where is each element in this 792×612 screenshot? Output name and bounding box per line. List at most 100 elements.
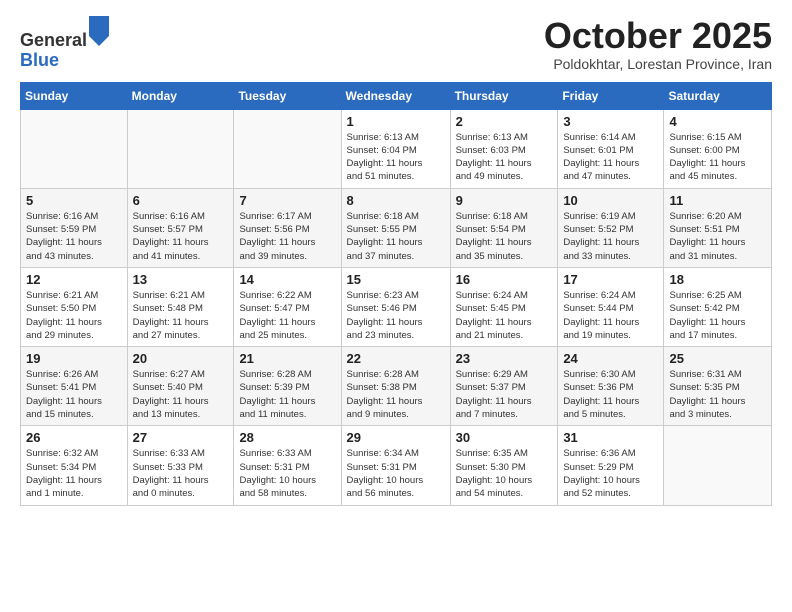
day-num-0-6: 4 (669, 114, 766, 129)
month-title: October 2025 (544, 16, 772, 56)
cell-1-4: 9 Sunrise: 6:18 AM Sunset: 5:54 PM Daylig… (450, 188, 558, 267)
day-num-4-3: 29 (347, 430, 445, 445)
cell-4-0: 26 Sunrise: 6:32 AM Sunset: 5:34 PM Dayli… (21, 426, 128, 505)
day-info-2-5: Sunrise: 6:24 AM Sunset: 5:44 PM Dayligh… (563, 289, 658, 342)
day-info-2-6: Sunrise: 6:25 AM Sunset: 5:42 PM Dayligh… (669, 289, 766, 342)
cell-0-1 (127, 109, 234, 188)
day-num-3-0: 19 (26, 351, 122, 366)
day-num-2-1: 13 (133, 272, 229, 287)
logo-icon (89, 16, 109, 46)
week-row-4: 26 Sunrise: 6:32 AM Sunset: 5:34 PM Dayli… (21, 426, 772, 505)
cell-4-1: 27Sunrise: 6:33 AM Sunset: 5:33 PM Dayli… (127, 426, 234, 505)
day-num-1-5: 10 (563, 193, 658, 208)
day-info-2-3: Sunrise: 6:23 AM Sunset: 5:46 PM Dayligh… (347, 289, 445, 342)
day-info-4-0: Sunrise: 6:32 AM Sunset: 5:34 PM Dayligh… (26, 447, 122, 500)
cell-3-1: 20Sunrise: 6:27 AM Sunset: 5:40 PM Dayli… (127, 347, 234, 426)
day-info-2-1: Sunrise: 6:21 AM Sunset: 5:48 PM Dayligh… (133, 289, 229, 342)
day-num-4-1: 27 (133, 430, 229, 445)
day-num-2-4: 16 (456, 272, 553, 287)
cell-0-5: 3 Sunrise: 6:14 AM Sunset: 6:01 PM Daylig… (558, 109, 664, 188)
day-info-1-4: Sunrise: 6:18 AM Sunset: 5:54 PM Dayligh… (456, 210, 553, 263)
logo: General Blue (20, 16, 109, 71)
cell-3-3: 22Sunrise: 6:28 AM Sunset: 5:38 PM Dayli… (341, 347, 450, 426)
day-info-1-3: Sunrise: 6:18 AM Sunset: 5:55 PM Dayligh… (347, 210, 445, 263)
day-num-1-0: 5 (26, 193, 122, 208)
day-info-3-2: Sunrise: 6:28 AM Sunset: 5:39 PM Dayligh… (239, 368, 335, 421)
logo-general: General (20, 30, 87, 50)
day-info-1-5: Sunrise: 6:19 AM Sunset: 5:52 PM Dayligh… (563, 210, 658, 263)
day-info-0-6: Sunrise: 6:15 AM Sunset: 6:00 PM Dayligh… (669, 131, 766, 184)
day-info-3-4: Sunrise: 6:29 AM Sunset: 5:37 PM Dayligh… (456, 368, 553, 421)
day-num-3-4: 23 (456, 351, 553, 366)
day-info-0-4: Sunrise: 6:13 AM Sunset: 6:03 PM Dayligh… (456, 131, 553, 184)
day-num-4-5: 31 (563, 430, 658, 445)
cell-0-2 (234, 109, 341, 188)
cell-2-0: 12Sunrise: 6:21 AM Sunset: 5:50 PM Dayli… (21, 267, 128, 346)
day-num-1-6: 11 (669, 193, 766, 208)
cell-1-6: 11 Sunrise: 6:20 AM Sunset: 5:51 PM Dayli… (664, 188, 772, 267)
cell-3-0: 19 Sunrise: 6:26 AM Sunset: 5:41 PM Dayli… (21, 347, 128, 426)
day-num-3-3: 22 (347, 351, 445, 366)
header-friday: Friday (558, 82, 664, 109)
day-num-3-2: 21 (239, 351, 335, 366)
day-num-3-5: 24 (563, 351, 658, 366)
cell-1-2: 7 Sunrise: 6:17 AM Sunset: 5:56 PM Daylig… (234, 188, 341, 267)
cell-1-0: 5Sunrise: 6:16 AM Sunset: 5:59 PM Daylig… (21, 188, 128, 267)
cell-2-2: 14Sunrise: 6:22 AM Sunset: 5:47 PM Dayli… (234, 267, 341, 346)
cell-4-5: 31 Sunrise: 6:36 AM Sunset: 5:29 PM Dayli… (558, 426, 664, 505)
day-num-0-3: 1 (347, 114, 445, 129)
week-row-3: 19 Sunrise: 6:26 AM Sunset: 5:41 PM Dayli… (21, 347, 772, 426)
cell-2-4: 16Sunrise: 6:24 AM Sunset: 5:45 PM Dayli… (450, 267, 558, 346)
day-num-4-0: 26 (26, 430, 122, 445)
cell-3-6: 25 Sunrise: 6:31 AM Sunset: 5:35 PM Dayli… (664, 347, 772, 426)
weekday-header-row: Sunday Monday Tuesday Wednesday Thursday… (21, 82, 772, 109)
day-info-4-2: Sunrise: 6:33 AM Sunset: 5:31 PM Dayligh… (239, 447, 335, 500)
day-info-3-5: Sunrise: 6:30 AM Sunset: 5:36 PM Dayligh… (563, 368, 658, 421)
day-info-0-5: Sunrise: 6:14 AM Sunset: 6:01 PM Dayligh… (563, 131, 658, 184)
cell-3-5: 24 Sunrise: 6:30 AM Sunset: 5:36 PM Dayli… (558, 347, 664, 426)
week-row-2: 12Sunrise: 6:21 AM Sunset: 5:50 PM Dayli… (21, 267, 772, 346)
cell-2-6: 18 Sunrise: 6:25 AM Sunset: 5:42 PM Dayli… (664, 267, 772, 346)
header-saturday: Saturday (664, 82, 772, 109)
day-num-2-3: 15 (347, 272, 445, 287)
day-num-4-2: 28 (239, 430, 335, 445)
day-num-2-6: 18 (669, 272, 766, 287)
cell-4-6 (664, 426, 772, 505)
logo-text: General Blue (20, 16, 109, 71)
day-info-1-2: Sunrise: 6:17 AM Sunset: 5:56 PM Dayligh… (239, 210, 335, 263)
day-info-4-3: Sunrise: 6:34 AM Sunset: 5:31 PM Dayligh… (347, 447, 445, 500)
day-num-1-1: 6 (133, 193, 229, 208)
header: General Blue October 2025 Poldokhtar, Lo… (20, 16, 772, 72)
day-num-1-2: 7 (239, 193, 335, 208)
day-num-0-5: 3 (563, 114, 658, 129)
cell-2-5: 17 Sunrise: 6:24 AM Sunset: 5:44 PM Dayli… (558, 267, 664, 346)
cell-3-4: 23 Sunrise: 6:29 AM Sunset: 5:37 PM Dayli… (450, 347, 558, 426)
day-info-0-3: Sunrise: 6:13 AM Sunset: 6:04 PM Dayligh… (347, 131, 445, 184)
day-info-3-1: Sunrise: 6:27 AM Sunset: 5:40 PM Dayligh… (133, 368, 229, 421)
subtitle: Poldokhtar, Lorestan Province, Iran (544, 56, 772, 72)
header-monday: Monday (127, 82, 234, 109)
cell-2-3: 15 Sunrise: 6:23 AM Sunset: 5:46 PM Dayli… (341, 267, 450, 346)
cell-2-1: 13 Sunrise: 6:21 AM Sunset: 5:48 PM Dayli… (127, 267, 234, 346)
title-block: October 2025 Poldokhtar, Lorestan Provin… (544, 16, 772, 72)
day-num-1-4: 9 (456, 193, 553, 208)
day-num-3-6: 25 (669, 351, 766, 366)
day-info-3-0: Sunrise: 6:26 AM Sunset: 5:41 PM Dayligh… (26, 368, 122, 421)
cell-4-3: 29 Sunrise: 6:34 AM Sunset: 5:31 PM Dayli… (341, 426, 450, 505)
cell-1-3: 8 Sunrise: 6:18 AM Sunset: 5:55 PM Daylig… (341, 188, 450, 267)
cell-0-0 (21, 109, 128, 188)
day-num-2-2: 14 (239, 272, 335, 287)
day-info-3-6: Sunrise: 6:31 AM Sunset: 5:35 PM Dayligh… (669, 368, 766, 421)
day-info-1-1: Sunrise: 6:16 AM Sunset: 5:57 PM Dayligh… (133, 210, 229, 263)
day-info-2-0: Sunrise: 6:21 AM Sunset: 5:50 PM Dayligh… (26, 289, 122, 342)
cell-1-1: 6 Sunrise: 6:16 AM Sunset: 5:57 PM Daylig… (127, 188, 234, 267)
day-num-1-3: 8 (347, 193, 445, 208)
page: General Blue October 2025 Poldokhtar, Lo… (0, 0, 792, 526)
day-num-4-4: 30 (456, 430, 553, 445)
cell-0-6: 4 Sunrise: 6:15 AM Sunset: 6:00 PM Daylig… (664, 109, 772, 188)
day-num-2-5: 17 (563, 272, 658, 287)
day-info-1-6: Sunrise: 6:20 AM Sunset: 5:51 PM Dayligh… (669, 210, 766, 263)
cell-4-4: 30Sunrise: 6:35 AM Sunset: 5:30 PM Dayli… (450, 426, 558, 505)
day-num-0-4: 2 (456, 114, 553, 129)
day-info-4-5: Sunrise: 6:36 AM Sunset: 5:29 PM Dayligh… (563, 447, 658, 500)
